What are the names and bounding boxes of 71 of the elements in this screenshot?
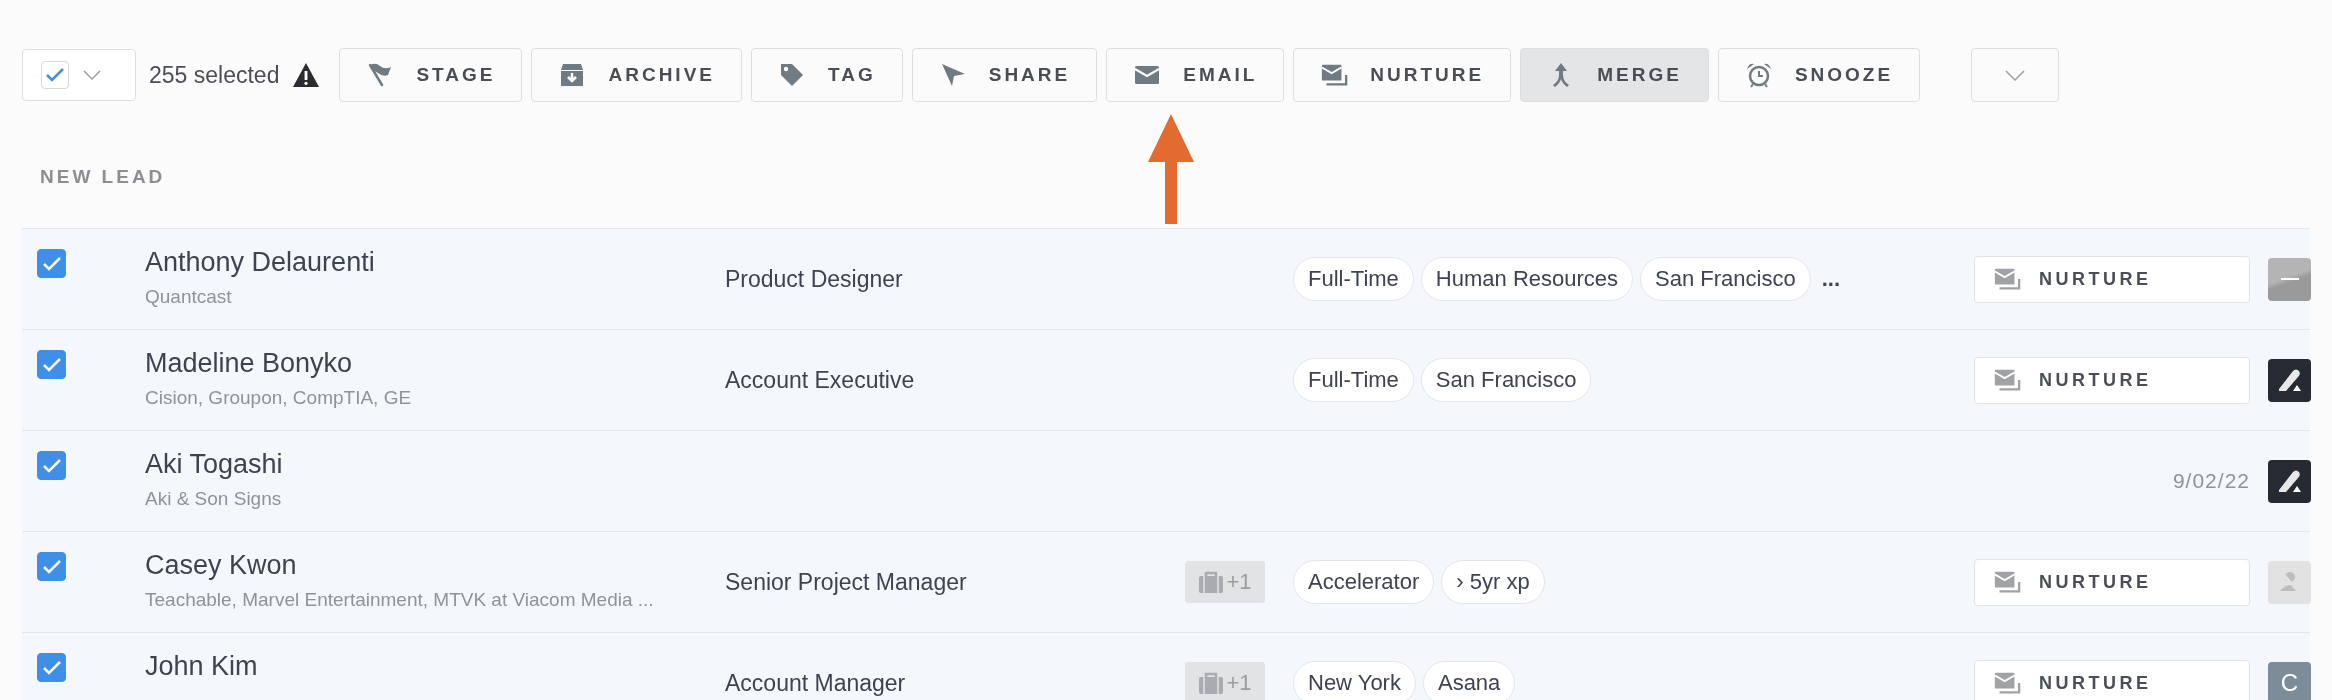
lead-row[interactable]: Aki Togashi Aki & Son Signs 9/02/22 bbox=[22, 431, 2310, 532]
lead-name[interactable]: Aki Togashi bbox=[145, 449, 725, 480]
positions-badge: +1 bbox=[1185, 561, 1265, 603]
chevron-down-icon bbox=[2005, 69, 2026, 81]
tag-chip[interactable]: › 5yr xp bbox=[1441, 560, 1545, 604]
checkmark-icon bbox=[41, 659, 62, 676]
row-checkbox[interactable] bbox=[37, 249, 66, 278]
lead-name[interactable]: Anthony Delaurenti bbox=[145, 247, 725, 278]
checkmark-icon bbox=[41, 255, 62, 272]
checkmark-icon bbox=[45, 67, 65, 83]
row-checkbox[interactable] bbox=[37, 350, 66, 379]
section-title: NEW LEAD bbox=[40, 166, 166, 189]
company-list: Teachable, Marvel Entertainment, MTVK at Viacom Media ... bbox=[145, 589, 725, 611]
edit-avatar[interactable] bbox=[2268, 459, 2311, 503]
toolbar-button[interactable]: TAG bbox=[751, 48, 903, 102]
selection-count: 255 selected bbox=[149, 61, 280, 89]
toolbar-button[interactable]: STAGE bbox=[339, 48, 523, 102]
pen-icon bbox=[2276, 468, 2303, 494]
toolbar-button[interactable]: NURTURE bbox=[1293, 48, 1512, 102]
toolbar-button[interactable]: ARCHIVE bbox=[531, 48, 742, 102]
job-title: Senior Project Manager bbox=[725, 568, 967, 595]
pen-icon bbox=[2276, 367, 2303, 393]
briefcase-icon bbox=[1198, 671, 1225, 695]
company-list: Cision, Groupon, CompTIA, GE bbox=[145, 387, 725, 409]
tag-chip[interactable]: New York bbox=[1293, 661, 1416, 700]
briefcase-icon bbox=[1198, 570, 1225, 594]
row-checkbox[interactable] bbox=[37, 653, 66, 682]
row-checkbox[interactable] bbox=[37, 451, 66, 480]
chevron-down-icon bbox=[83, 70, 101, 80]
warning-icon bbox=[292, 62, 321, 88]
tag-icon bbox=[778, 61, 806, 89]
tag-chip[interactable]: Accelerator bbox=[1293, 560, 1435, 604]
job-title: Account Executive bbox=[725, 366, 915, 393]
lead-name[interactable]: John Kim bbox=[145, 651, 725, 682]
toolbar-button[interactable]: EMAIL bbox=[1106, 48, 1285, 102]
alarm-clock-icon bbox=[1744, 61, 1773, 89]
checkmark-icon bbox=[41, 356, 62, 373]
toolbar-button[interactable]: SHARE bbox=[911, 48, 1098, 102]
toolbar-button[interactable]: MERGE bbox=[1520, 48, 1709, 102]
job-title: Product Designer bbox=[725, 265, 903, 292]
date-label: 9/02/22 bbox=[2172, 469, 2250, 493]
lead-name[interactable]: Casey Kwon bbox=[145, 550, 725, 581]
select-all-checkbox[interactable] bbox=[41, 61, 69, 89]
tag-chip[interactable]: Full-Time bbox=[1293, 257, 1414, 301]
nurture-button[interactable]: NURTURE bbox=[1974, 255, 2250, 303]
tag-chip[interactable]: Human Resources bbox=[1420, 257, 1634, 301]
job-title: Account Manager bbox=[725, 669, 906, 696]
toolbar-button[interactable]: SNOOZE bbox=[1717, 48, 1921, 102]
checkmark-icon bbox=[41, 558, 62, 575]
nurture-button[interactable]: NURTURE bbox=[1974, 356, 2250, 404]
lead-row[interactable]: Madeline Bonyko Cision, Groupon, CompTIA, GE Account Executive Full-Time San Francisco NURTURE bbox=[22, 330, 2310, 431]
lead-row[interactable]: Anthony Delaurenti Quantcast Product Designer Full-Time Human Resources San Francisco ... NURTURE bbox=[22, 229, 2310, 330]
company-list: Quantcast bbox=[145, 286, 725, 308]
row-checkbox[interactable] bbox=[37, 552, 66, 581]
checkmark-icon bbox=[41, 457, 62, 474]
more-tags[interactable]: ... bbox=[1821, 266, 1840, 292]
avatar-placeholder[interactable] bbox=[2268, 257, 2311, 301]
tag-chip[interactable]: San Francisco bbox=[1640, 257, 1811, 301]
nurture-button[interactable]: NURTURE bbox=[1974, 558, 2250, 606]
positions-badge: +1 bbox=[1185, 662, 1265, 700]
edit-avatar[interactable] bbox=[2268, 358, 2311, 402]
dash-icon bbox=[2280, 277, 2299, 281]
lead-name[interactable]: Madeline Bonyko bbox=[145, 348, 725, 379]
avatar-placeholder[interactable] bbox=[2268, 560, 2311, 604]
company-list: Aki & Son Signs bbox=[145, 488, 725, 510]
tag-chip[interactable]: Full-Time bbox=[1293, 358, 1414, 402]
tag-chip[interactable]: San Francisco bbox=[1420, 358, 1592, 402]
tag-chip[interactable]: Asana bbox=[1422, 661, 1516, 700]
lead-row[interactable]: John Kim Account Manager +1 New York Asana NURTURE C bbox=[22, 633, 2310, 700]
nurture-button[interactable]: NURTURE bbox=[1974, 659, 2250, 700]
lead-row[interactable]: Casey Kwon Teachable, Marvel Entertainment, MTVK at Viacom Media ... Senior Project Manager +1 Accelerator › 5yr xp NURTURE bbox=[22, 532, 2310, 633]
